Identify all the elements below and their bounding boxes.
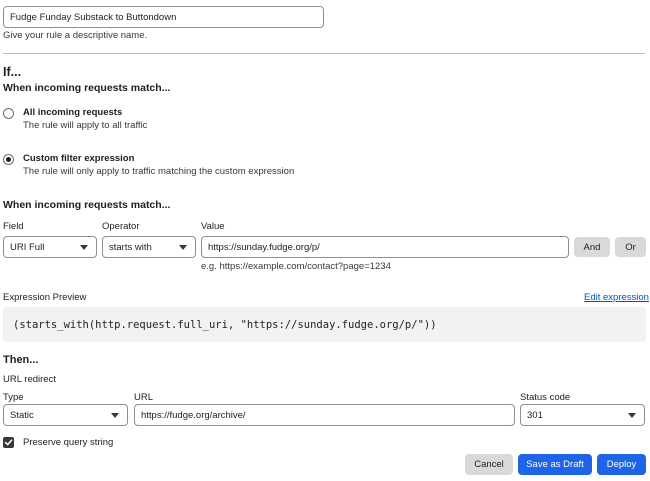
rule-name-input[interactable]: Fudge Funday Substack to Buttondown — [3, 6, 324, 28]
radio-all-requests[interactable] — [3, 108, 14, 119]
type-label: Type — [3, 392, 24, 403]
chevron-down-icon — [179, 244, 187, 250]
preserve-query-checkbox[interactable] — [3, 437, 14, 448]
redirect-url-input[interactable]: https://fudge.org/archive/ — [134, 404, 515, 426]
deploy-button[interactable]: Deploy — [597, 454, 646, 475]
status-code-select[interactable]: 301 — [520, 404, 645, 426]
rule-name-help: Give your rule a descriptive name. — [3, 30, 148, 41]
rule-name-value: Fudge Funday Substack to Buttondown — [10, 11, 177, 23]
preserve-query-label: Preserve query string — [23, 437, 114, 448]
radio-custom-expression[interactable] — [3, 154, 14, 165]
value-input[interactable]: https://sunday.fudge.org/p/ — [201, 236, 569, 258]
edit-expression-link[interactable]: Edit expression — [584, 292, 649, 303]
status-code-value: 301 — [527, 409, 543, 421]
value-example: e.g. https://example.com/contact?page=12… — [201, 261, 391, 272]
section-divider — [3, 53, 645, 54]
operator-select-value: starts with — [109, 241, 152, 253]
or-button[interactable]: Or — [615, 237, 646, 257]
expression-preview-code: (starts_with(http.request.full_uri, "htt… — [3, 307, 646, 342]
expression-preview-label: Expression Preview — [3, 292, 87, 303]
field-select-value: URI Full — [10, 241, 45, 253]
value-label: Value — [201, 221, 225, 232]
if-title: If... — [3, 65, 22, 79]
option-all-description: The rule will apply to all traffic — [23, 120, 148, 131]
field-select[interactable]: URI Full — [3, 236, 97, 258]
option-custom-label: Custom filter expression — [23, 153, 135, 164]
chevron-down-icon — [111, 412, 119, 418]
url-label: URL — [134, 392, 154, 403]
chevron-down-icon — [628, 412, 636, 418]
option-custom-description: The rule will only apply to traffic matc… — [23, 166, 295, 177]
value-input-text: https://sunday.fudge.org/p/ — [208, 241, 320, 253]
redirect-url-value: https://fudge.org/archive/ — [141, 409, 246, 421]
then-title: Then... — [3, 354, 39, 366]
status-code-label: Status code — [520, 392, 571, 403]
redirect-type-select[interactable]: Static — [3, 404, 128, 426]
filter-subtitle: When incoming requests match... — [3, 199, 171, 211]
redirect-type-value: Static — [10, 409, 34, 421]
operator-label: Operator — [102, 221, 140, 232]
if-subtitle: When incoming requests match... — [3, 82, 171, 94]
cancel-button[interactable]: Cancel — [465, 454, 513, 475]
and-button[interactable]: And — [574, 237, 610, 257]
checkmark-icon — [4, 439, 13, 446]
operator-select[interactable]: starts with — [102, 236, 196, 258]
save-draft-button[interactable]: Save as Draft — [518, 454, 592, 475]
action-label: URL redirect — [3, 374, 56, 385]
field-label: Field — [3, 221, 24, 232]
option-all-label: All incoming requests — [23, 107, 123, 118]
chevron-down-icon — [80, 244, 88, 250]
